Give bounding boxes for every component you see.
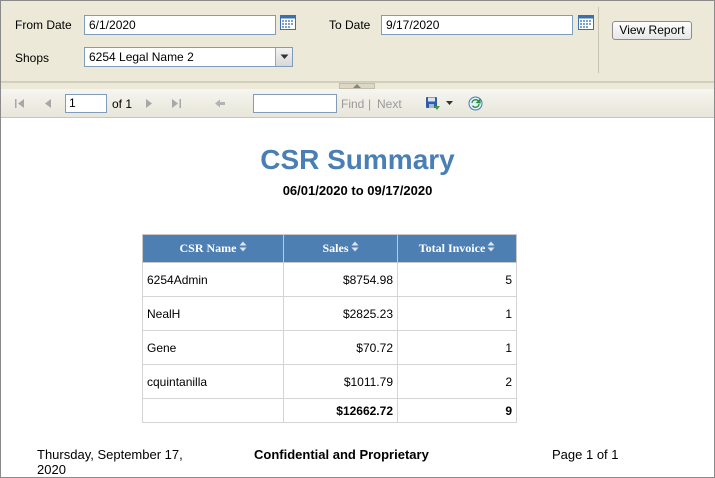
calendar-icon[interactable] bbox=[578, 14, 594, 30]
table-header-row: CSR Name Sales Total Invoice bbox=[142, 234, 517, 263]
csr-summary-table: CSR Name Sales Total Invoice 6254Admin $… bbox=[142, 234, 517, 423]
back-icon[interactable] bbox=[213, 96, 227, 110]
sort-icon[interactable] bbox=[487, 241, 495, 256]
column-header-csr-name[interactable]: CSR Name bbox=[142, 234, 284, 263]
cell-sales: $70.72 bbox=[283, 330, 398, 365]
calendar-icon[interactable] bbox=[280, 14, 296, 30]
shops-select[interactable]: 6254 Legal Name 2 bbox=[84, 47, 293, 67]
table-total-row: $12662.72 9 bbox=[142, 398, 517, 423]
last-page-icon[interactable] bbox=[169, 96, 183, 110]
footer-page-number: Page 1 of 1 bbox=[552, 447, 619, 462]
footer-confidential: Confidential and Proprietary bbox=[254, 447, 429, 462]
chevron-up-icon bbox=[353, 84, 361, 88]
table-row: Gene $70.72 1 bbox=[142, 330, 517, 365]
cell-total-invoice: 2 bbox=[397, 364, 517, 399]
next-page-icon[interactable] bbox=[142, 96, 156, 110]
cell-sales: $2825.23 bbox=[283, 296, 398, 331]
cell-total-invoices: 9 bbox=[397, 398, 517, 423]
to-date-input[interactable]: 9/17/2020 bbox=[381, 15, 573, 35]
page-count-text: of 1 bbox=[112, 97, 133, 111]
parameter-panel: From Date 6/1/2020 To Date 9/17/2020 Sho… bbox=[1, 1, 714, 82]
cell-sales: $1011.79 bbox=[283, 364, 398, 399]
cell-total-invoice: 1 bbox=[397, 330, 517, 365]
export-save-icon[interactable] bbox=[425, 96, 441, 110]
footer-print-date: Thursday, September 17, 2020 bbox=[37, 447, 183, 477]
column-header-total-invoice[interactable]: Total Invoice bbox=[397, 234, 517, 263]
chevron-down-icon[interactable] bbox=[445, 96, 453, 110]
cell-csr-name: NealH bbox=[142, 296, 284, 331]
to-date-label: To Date bbox=[329, 18, 371, 32]
find-separator: | bbox=[368, 97, 372, 111]
report-title: CSR Summary bbox=[260, 144, 455, 175]
find-link[interactable]: Find bbox=[341, 97, 364, 111]
sort-icon[interactable] bbox=[351, 241, 359, 256]
column-header-sales[interactable]: Sales bbox=[283, 234, 398, 263]
cell-csr-name: 6254Admin bbox=[142, 262, 284, 297]
view-report-button[interactable]: View Report bbox=[612, 21, 692, 40]
panel-divider bbox=[598, 7, 599, 73]
table-row: cquintanilla $1011.79 2 bbox=[142, 364, 517, 399]
report-viewer-window: From Date 6/1/2020 To Date 9/17/2020 Sho… bbox=[0, 0, 715, 478]
first-page-icon[interactable] bbox=[13, 96, 27, 110]
page-number-input[interactable]: 1 bbox=[65, 94, 107, 113]
table-row: 6254Admin $8754.98 5 bbox=[142, 262, 517, 297]
table-row: NealH $2825.23 1 bbox=[142, 296, 517, 331]
from-date-input[interactable]: 6/1/2020 bbox=[84, 15, 276, 35]
from-date-label: From Date bbox=[15, 18, 72, 32]
shops-label: Shops bbox=[15, 51, 50, 65]
cell-total-invoice: 1 bbox=[397, 296, 517, 331]
refresh-icon[interactable] bbox=[467, 96, 483, 110]
next-link[interactable]: Next bbox=[377, 97, 402, 111]
cell-csr-name: cquintanilla bbox=[142, 364, 284, 399]
chevron-down-icon[interactable] bbox=[275, 48, 292, 66]
cell-total-label bbox=[142, 398, 284, 423]
cell-sales: $8754.98 bbox=[283, 262, 398, 297]
cell-total-invoice: 5 bbox=[397, 262, 517, 297]
report-date-range: 06/01/2020 to 09/17/2020 bbox=[282, 183, 433, 198]
cell-total-sales: $12662.72 bbox=[283, 398, 398, 423]
previous-page-icon[interactable] bbox=[41, 96, 55, 110]
shops-selected-value: 6254 Legal Name 2 bbox=[89, 50, 194, 64]
report-toolbar: 1 of 1 Find | Next bbox=[1, 89, 714, 118]
sort-icon[interactable] bbox=[239, 241, 247, 256]
parameter-splitter[interactable] bbox=[1, 82, 714, 89]
find-text-input[interactable] bbox=[253, 94, 337, 113]
cell-csr-name: Gene bbox=[142, 330, 284, 365]
